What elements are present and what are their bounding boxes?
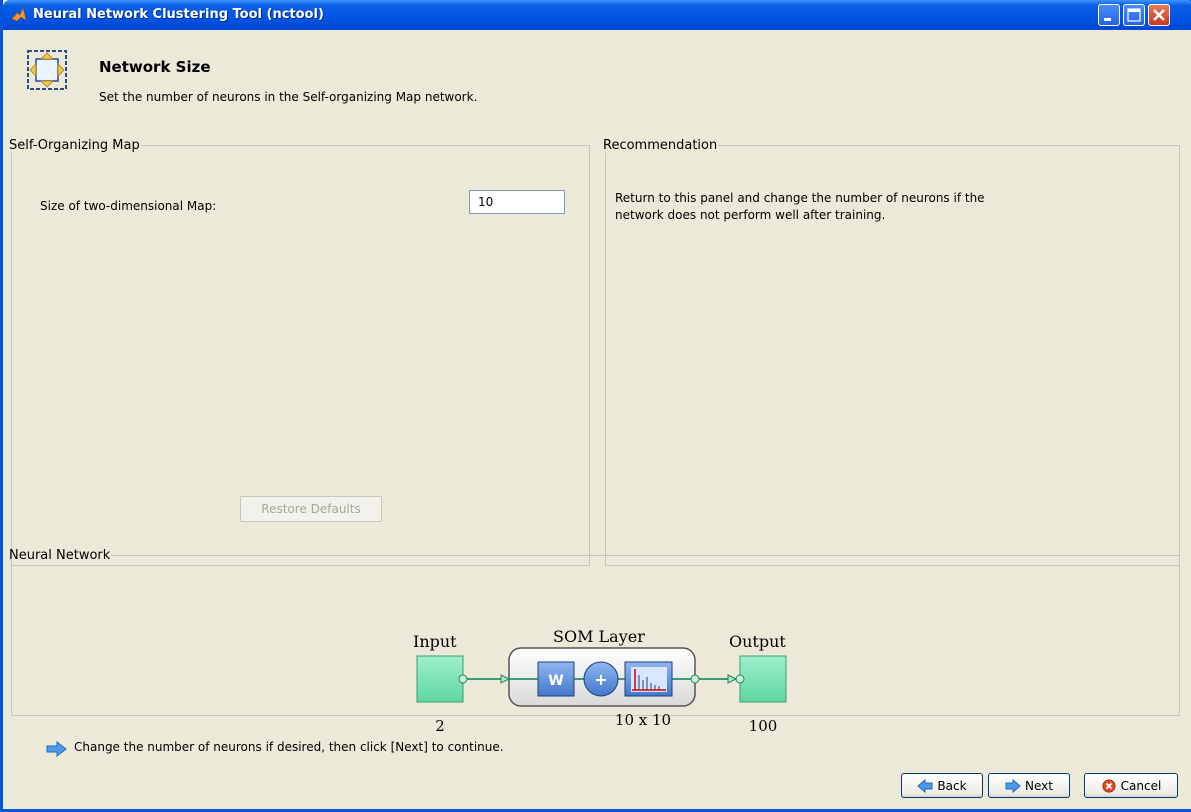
competitive-transfer-icon bbox=[631, 667, 667, 692]
page-subtitle: Set the number of neurons in the Self-or… bbox=[99, 90, 478, 104]
map-size-label: Size of two-dimensional Map: bbox=[40, 199, 217, 213]
input-size: 2 bbox=[435, 717, 445, 735]
restore-defaults-button[interactable]: Restore Defaults bbox=[240, 496, 382, 522]
output-size: 100 bbox=[749, 717, 778, 735]
input-label: Input bbox=[413, 632, 457, 651]
arrow-right-icon bbox=[46, 741, 67, 757]
back-button[interactable]: Back bbox=[901, 773, 983, 798]
window-title: Neural Network Clustering Tool (nctool) bbox=[33, 7, 324, 22]
map-size-input[interactable] bbox=[469, 190, 565, 214]
content-area: Network Size Set the number of neurons i… bbox=[6, 30, 1191, 809]
arrow-left-icon bbox=[917, 778, 933, 793]
input-node bbox=[416, 655, 464, 703]
network-size-icon bbox=[27, 50, 67, 90]
output-node bbox=[739, 655, 787, 703]
maximize-button[interactable] bbox=[1123, 4, 1145, 26]
arrow-into-layer bbox=[500, 674, 511, 684]
arrow-right-icon bbox=[1005, 778, 1021, 793]
layer-out-connector bbox=[690, 674, 700, 684]
layer-size: 10 x 10 bbox=[615, 711, 671, 729]
cancel-label: Cancel bbox=[1120, 778, 1162, 793]
minimize-button[interactable] bbox=[1098, 4, 1120, 26]
back-label: Back bbox=[937, 778, 967, 793]
network-diagram: Input SOM Layer Output W + 2 10 x 10 100 bbox=[413, 627, 787, 735]
layer-label: SOM Layer bbox=[553, 627, 645, 646]
weight-label: W bbox=[548, 673, 563, 689]
matlab-icon bbox=[11, 7, 27, 22]
arrow-into-output bbox=[727, 674, 738, 684]
output-connector bbox=[735, 674, 745, 684]
som-panel-legend: Self-Organizing Map bbox=[9, 138, 140, 153]
sum-label: + bbox=[594, 670, 607, 689]
cancel-icon bbox=[1102, 778, 1116, 793]
next-button[interactable]: Next bbox=[988, 773, 1070, 798]
app-window: Neural Network Clustering Tool (nctool) … bbox=[0, 0, 1191, 812]
recommendation-text: Return to this panel and change the numb… bbox=[615, 191, 985, 222]
recommendation-legend: Recommendation bbox=[603, 138, 718, 153]
neural-network-legend: Neural Network bbox=[9, 548, 111, 563]
maximize-icon bbox=[1127, 8, 1141, 22]
title-bar[interactable]: Neural Network Clustering Tool (nctool) bbox=[3, 0, 1191, 30]
cancel-button[interactable]: Cancel bbox=[1084, 773, 1178, 798]
minimize-icon bbox=[1104, 18, 1111, 21]
close-icon bbox=[1153, 9, 1165, 21]
page-title: Network Size bbox=[99, 58, 211, 76]
output-label: Output bbox=[729, 632, 786, 651]
hint-text: Change the number of neurons if desired,… bbox=[74, 740, 504, 754]
next-label: Next bbox=[1025, 778, 1053, 793]
input-connector bbox=[458, 674, 468, 684]
close-button[interactable] bbox=[1148, 4, 1170, 26]
